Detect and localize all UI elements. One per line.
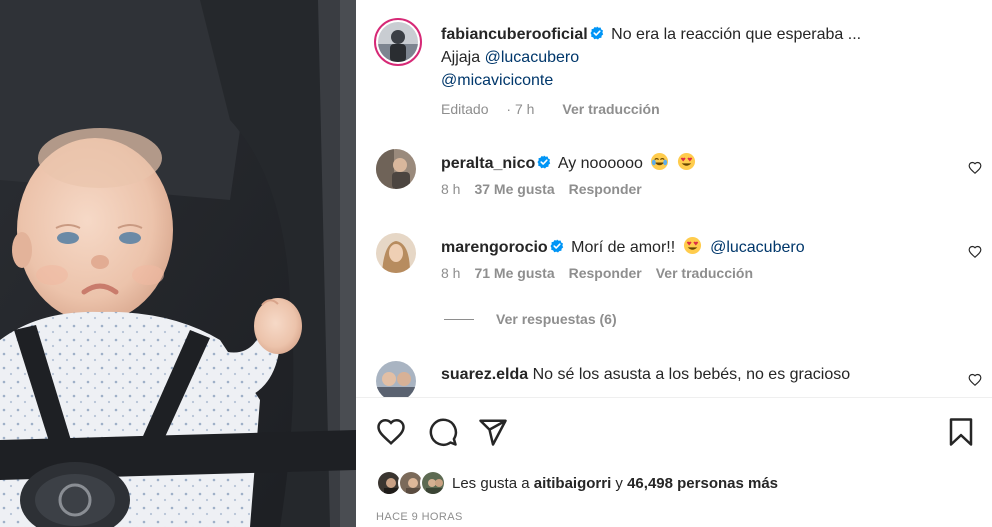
comment-body: No sé los asusta a los bebés, no es grac… bbox=[532, 366, 851, 383]
reply-button[interactable]: Responder bbox=[569, 181, 642, 197]
comment-likes[interactable]: 71 Me gusta bbox=[474, 265, 554, 281]
comment-age: 8 h bbox=[441, 181, 461, 197]
caption-meta: Editado · 7 h Ver traducción bbox=[441, 101, 674, 117]
likes-count[interactable]: 46,498 personas más bbox=[627, 475, 778, 492]
like-heart-icon[interactable] bbox=[376, 417, 406, 447]
comment-meta: 8 h 37 Me gusta Responder bbox=[441, 181, 656, 197]
mention-link[interactable]: @lucacubero bbox=[710, 239, 805, 256]
translate-link[interactable]: Ver traducción bbox=[562, 101, 659, 117]
commenter-avatar[interactable] bbox=[376, 149, 416, 189]
caption-line-1: No era la reacción que esperaba ... bbox=[611, 26, 862, 43]
commenter-username[interactable]: marengorocio bbox=[441, 239, 548, 256]
heart-outline-icon[interactable] bbox=[968, 373, 982, 387]
mention-link[interactable]: @lucacubero bbox=[485, 49, 580, 66]
replies-divider-line bbox=[444, 318, 474, 320]
heart-eyes-emoji-icon bbox=[683, 236, 701, 255]
comment-text: peralta_nico Ay noooooo bbox=[441, 152, 696, 175]
likes-text[interactable]: Les gusta a aitibaigorri y 46,498 person… bbox=[452, 475, 778, 492]
mention-link[interactable]: @micaviciconte bbox=[441, 72, 553, 89]
comment-body: Ay noooooo bbox=[557, 155, 643, 172]
likes-summary: Les gusta a aitibaigorri y 46,498 person… bbox=[376, 470, 976, 498]
comment-text: marengorocio Morí de amor!! @lucacubero bbox=[441, 236, 805, 259]
commenter-username[interactable]: suarez.elda bbox=[441, 366, 528, 383]
baby-in-stroller-image bbox=[0, 0, 356, 527]
comment-age: 8 h bbox=[441, 265, 461, 281]
joy-emoji-icon bbox=[651, 152, 669, 171]
heart-eyes-emoji-icon bbox=[677, 152, 695, 171]
heart-outline-icon[interactable] bbox=[968, 245, 982, 259]
comment: suarez.elda No sé los asusta a los bebés… bbox=[374, 361, 984, 397]
verified-badge-icon bbox=[590, 26, 603, 40]
divider bbox=[356, 397, 992, 398]
author-username[interactable]: fabiancuberooficial bbox=[441, 26, 588, 43]
reply-button[interactable]: Responder bbox=[569, 265, 642, 281]
caption-prefix: Ajjaja bbox=[441, 49, 481, 66]
caption-text: fabiancuberooficial No era la reacción q… bbox=[441, 23, 961, 92]
liker-avatar bbox=[420, 470, 446, 496]
verified-badge-icon bbox=[550, 239, 563, 253]
comment-likes[interactable]: 37 Me gusta bbox=[474, 181, 554, 197]
comment-meta: 8 h 71 Me gusta Responder Ver traducción bbox=[441, 265, 767, 281]
post-details-panel: fabiancuberooficial No era la reacción q… bbox=[356, 0, 992, 527]
post-photo[interactable] bbox=[0, 0, 356, 527]
translate-link[interactable]: Ver traducción bbox=[656, 265, 753, 281]
verified-badge-icon bbox=[537, 155, 551, 169]
heart-outline-icon[interactable] bbox=[968, 161, 982, 175]
view-replies-button[interactable]: Ver respuestas (6) bbox=[444, 311, 617, 327]
bookmark-icon[interactable] bbox=[946, 417, 976, 447]
commenter-avatar[interactable] bbox=[376, 361, 416, 397]
comment-bubble-icon[interactable] bbox=[428, 417, 458, 447]
paper-plane-icon[interactable] bbox=[478, 417, 508, 447]
commenter-avatar[interactable] bbox=[376, 233, 416, 273]
commenter-username[interactable]: peralta_nico bbox=[441, 155, 535, 172]
comment-text: suarez.elda No sé los asusta a los bebés… bbox=[441, 364, 850, 386]
liker-username[interactable]: aitibaigorri bbox=[534, 475, 612, 492]
post-timestamp: HACE 9 HORAS bbox=[376, 511, 463, 523]
comment-body: Morí de amor!! bbox=[571, 239, 676, 256]
view-replies-label: Ver respuestas (6) bbox=[496, 311, 617, 327]
author-avatar[interactable] bbox=[374, 18, 422, 66]
comment: peralta_nico Ay noooooo 8 h 37 Me gusta Re… bbox=[374, 149, 984, 209]
edited-label: Editado · 7 h bbox=[441, 101, 535, 117]
comment: marengorocio Morí de amor!! @lucacubero … bbox=[374, 233, 984, 293]
